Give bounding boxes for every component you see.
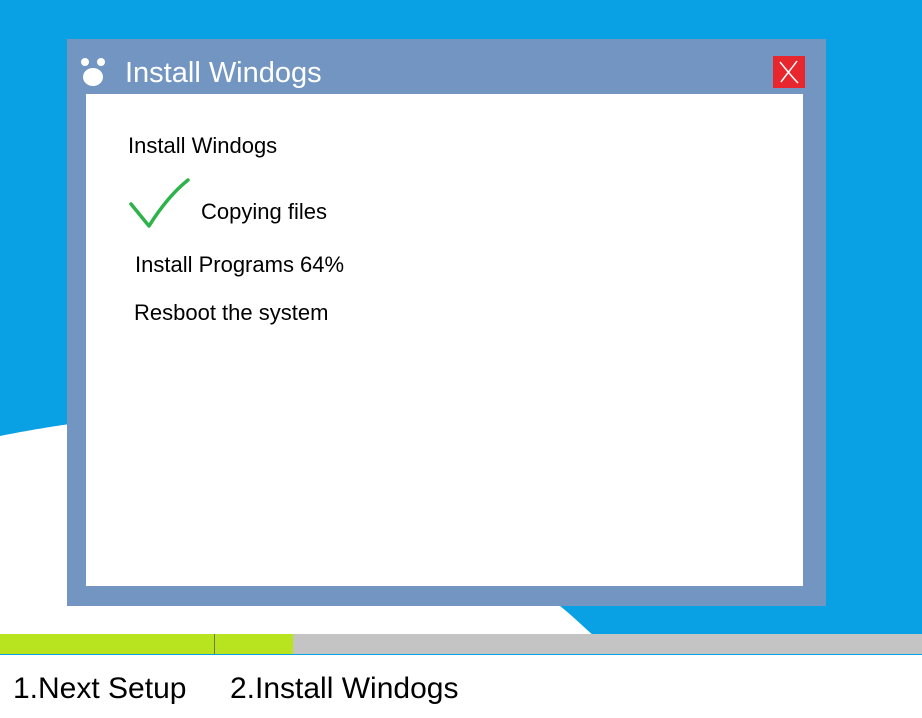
step-copying-files: Copying files	[201, 199, 327, 224]
title-bar[interactable]: Install Windogs	[67, 39, 826, 94]
installer-heading: Install Windogs	[128, 133, 278, 158]
setup-progress-bar	[0, 634, 922, 654]
footer-step-install-windogs: 2.Install Windogs	[230, 672, 459, 705]
app-logo-icon	[81, 58, 105, 86]
step-install-programs: Install Programs 64%	[135, 252, 345, 277]
checkmark-icon	[129, 178, 190, 228]
installer-window: Install Windogs Install Windogs Copying …	[67, 39, 826, 606]
progress-step-divider	[214, 634, 215, 654]
footer-step-next-setup: 1.Next Setup	[13, 672, 187, 705]
progress-fill	[0, 634, 294, 654]
close-icon	[779, 60, 799, 84]
setup-steps-footer: 1.Next Setup 2.Install Windogs	[0, 655, 922, 718]
close-button[interactable]	[773, 56, 805, 88]
window-title: Install Windogs	[125, 57, 322, 89]
installer-content: Install Windogs Copying files Install Pr…	[86, 94, 803, 586]
step-reboot-system: Resboot the system	[134, 300, 329, 325]
